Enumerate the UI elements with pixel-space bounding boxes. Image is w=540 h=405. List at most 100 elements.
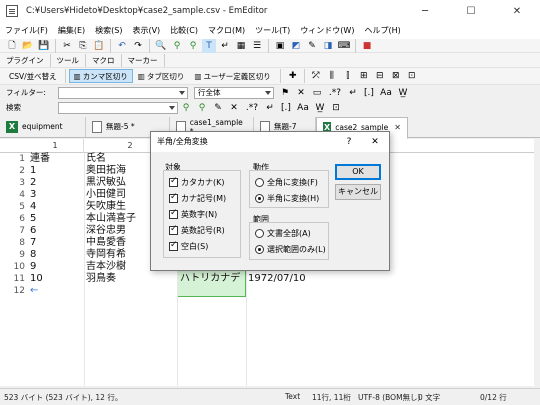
find-icon[interactable]: 🔍 [154,39,168,53]
space-checkbox[interactable]: 空白(S) [169,240,208,252]
macro-toolbar-button[interactable]: マクロ [86,53,122,67]
filter-bracket-icon[interactable]: [.] [362,86,376,100]
search-case-icon[interactable]: Aa [295,101,311,115]
search-prev-icon[interactable]: ⚲ [195,101,209,115]
dialog-help-button[interactable]: ? [339,132,359,152]
line-number[interactable]: 8 [0,237,25,249]
cell-col1[interactable]: 7 [30,237,36,249]
whole-document-radio[interactable]: 文書全部(A) [255,228,311,239]
cell-col2[interactable]: 氏名 [86,153,106,165]
filter-clear-icon[interactable]: ▭ [310,86,324,100]
search-close-icon[interactable]: ✕ [227,101,241,115]
line-number[interactable]: 12 [0,285,25,297]
column-split-icon[interactable]: ⫼ [325,69,339,83]
cell-col2[interactable]: 奥田拓海 [86,165,126,177]
line-number[interactable]: 11 [0,273,25,285]
line-number[interactable]: 5 [0,201,25,213]
copy-icon[interactable]: ⎘ [76,39,90,53]
column-d-icon[interactable]: ⊠ [389,69,403,83]
cell-col1[interactable]: 4 [30,201,36,213]
status-position[interactable]: 11行, 11桁 [312,392,351,403]
undo-icon[interactable]: ↶ [115,39,129,53]
cell-col2[interactable]: 吉本沙樹 [86,261,126,273]
cell-col2[interactable]: 深谷忠男 [86,225,126,237]
config-icon[interactable]: ◩ [289,39,303,53]
menu-compare[interactable]: 比較(C) [165,22,203,39]
line-number[interactable]: 3 [0,177,25,189]
search-option-icon[interactable]: ⊡ [329,101,343,115]
tab-equipment[interactable]: X equipment [0,116,86,137]
menu-search[interactable]: 検索(S) [90,22,127,39]
marker-toolbar-button[interactable]: マーカー [122,53,165,67]
cell-col1[interactable]: 2 [30,177,36,189]
search-word-icon[interactable]: W̲ [313,101,327,115]
column-a-icon[interactable]: ⫿ [341,69,355,83]
wrap-icon[interactable]: ↵ [218,39,232,53]
redo-icon[interactable]: ↷ [131,39,145,53]
menu-view[interactable]: 表示(V) [127,22,165,39]
maximize-button[interactable]: ☐ [448,0,494,22]
cell-col3[interactable]: ハトリカナデ [180,273,240,285]
comma-separated-button[interactable]: ▥ カンマ区切り [68,69,133,83]
cancel-button[interactable]: キャンセル [335,184,381,200]
select-column-icon[interactable]: ✚ [286,69,300,83]
new-file-icon[interactable]: 🗋 [5,39,19,53]
status-mode[interactable]: Text [285,392,300,401]
cell-col1[interactable]: 5 [30,213,36,225]
search-regex-icon[interactable]: .*? [243,101,261,115]
selection-only-radio[interactable]: 選択範囲のみ(L) [255,244,326,255]
keyboard-icon[interactable]: ⌨ [337,39,351,53]
menu-tools[interactable]: ツール(T) [250,22,295,39]
filter-newline-icon[interactable]: ↵ [346,86,360,100]
cell-col1[interactable]: 9 [30,261,36,273]
user-defined-separated-button[interactable]: ▥ ユーザー定義区切り [189,69,275,83]
find-next-icon[interactable]: ⚲ [170,39,184,53]
cell-col1[interactable]: 8 [30,249,36,261]
cell-col1[interactable]: ← [30,285,38,297]
line-number[interactable]: 4 [0,189,25,201]
alphanumeric-checkbox[interactable]: 英数字(N) [169,208,217,220]
cell-col2[interactable]: 中島愛香 [86,237,126,249]
line-number[interactable]: 10 [0,261,25,273]
vertical-scrollbar[interactable] [534,139,540,386]
column-tool-icon[interactable]: ⤱ [309,69,323,83]
menu-macro[interactable]: マクロ(M) [203,22,250,39]
line-number[interactable]: 6 [0,213,25,225]
line-number[interactable]: 2 [0,165,25,177]
outline-icon[interactable]: ☰ [250,39,264,53]
cell-col1[interactable]: 10 [30,273,43,285]
cell-col1[interactable]: 3 [30,189,36,201]
csv-sort-button[interactable]: CSV/並べ替え [4,69,62,83]
tools-toolbar-button[interactable]: ツール [51,53,86,67]
workspace-icon[interactable]: ▣ [273,39,287,53]
custom-icon[interactable]: ✎ [305,39,319,53]
line-number[interactable]: 9 [0,249,25,261]
cell-col1[interactable]: 1 [30,165,36,177]
format-icon[interactable]: ▦ [234,39,248,53]
filter-apply-icon[interactable]: ⚑ [278,86,292,100]
alnum-symbol-checkbox[interactable]: 英数記号(R) [169,224,225,236]
kana-symbol-checkbox[interactable]: カナ記号(M) [169,192,226,204]
cell-col2[interactable]: 本山満喜子 [86,213,136,225]
cell-col1[interactable]: 連番 [30,153,50,165]
cell-col2[interactable]: 矢吹康生 [86,201,126,213]
column-e-icon[interactable]: ⊡ [405,69,419,83]
filter-word-icon[interactable]: W̲ [396,86,410,100]
cell-col2[interactable]: 羽鳥奏 [86,273,116,285]
column-c-icon[interactable]: ⊟ [373,69,387,83]
macro-record-icon[interactable]: ■ [360,39,374,53]
search-bracket-icon[interactable]: [.] [279,101,293,115]
cell-col2[interactable]: 黒沢敏弘 [86,177,126,189]
tab-separated-button[interactable]: ▥ タブ区切り [133,69,190,83]
filter-input[interactable] [58,86,188,99]
filter-regex-icon[interactable]: .*? [326,86,344,100]
tab-close-icon[interactable]: ✕ [394,123,401,132]
ok-button[interactable]: OK [335,164,381,180]
plugin-toolbar-button[interactable]: プラグイン [0,53,51,67]
open-folder-icon[interactable]: 📂 [21,39,35,53]
filter-case-icon[interactable]: Aa [378,86,394,100]
save-icon[interactable]: 💾 [37,39,51,53]
line-number[interactable]: 1 [0,153,25,165]
filter-close-icon[interactable]: ✕ [294,86,308,100]
to-fullwidth-radio[interactable]: 全角に変換(F) [255,177,318,188]
